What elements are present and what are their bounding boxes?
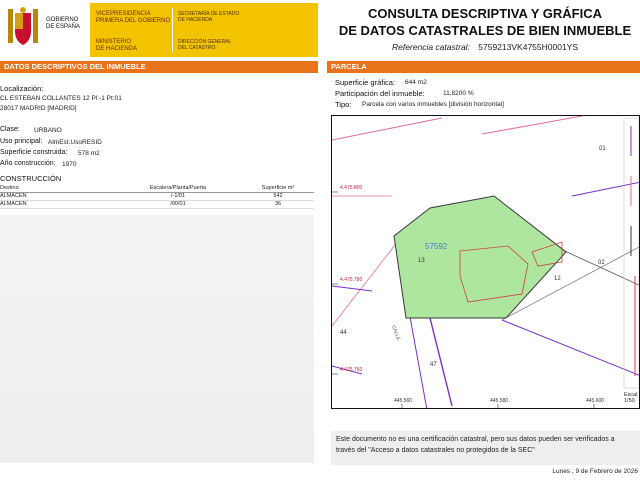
- map-label-02: 02: [598, 260, 605, 266]
- uso-label: Uso principal:: [0, 138, 43, 145]
- band-ministerio: MINISTERIO DE HACIENDA: [96, 39, 137, 53]
- construccion-title: CONSTRUCCIÓN: [0, 174, 62, 183]
- map-label-01: 01: [599, 146, 606, 152]
- band-vicepresidencia: VICEPRESIDENCIA PRIMERA DEL GOBIERNO: [96, 11, 170, 25]
- table-row: ALMACEN /00/01 36: [0, 201, 314, 209]
- left-empty-area: [0, 215, 314, 463]
- address-line-1: CL ESTEBAN COLLANTES 12 Pl:-1 Pt:01: [0, 95, 122, 102]
- cell-destino: ALMACEN: [0, 201, 27, 207]
- participacion-label: Participación del inmueble:: [335, 89, 425, 98]
- col-superficie: Superficie m²: [261, 185, 295, 191]
- map-label-47: 47: [430, 362, 437, 368]
- band-text: DE HACIENDA: [96, 46, 138, 52]
- section-bar-parcela: PARCELA: [327, 61, 640, 73]
- map-label-13: 13: [418, 258, 425, 264]
- boundary-line: [571, 181, 639, 197]
- cell-superficie: 542: [273, 193, 283, 199]
- block-line: [481, 116, 583, 135]
- map-canvas: 57592 13 12 02 01 44 47 CALLE 4.475.800 …: [332, 116, 639, 408]
- boundary-line: [501, 319, 639, 376]
- gobierno-logo: GOBIERNO DE ESPAÑA: [2, 3, 90, 55]
- ref-value: 5759213VK4755H0001YS: [478, 42, 579, 52]
- participacion-value: 11,8200 %: [443, 90, 474, 97]
- clase-label: Clase:: [0, 126, 20, 133]
- disclaimer-note: Este documento no es una certificación c…: [331, 431, 640, 465]
- coord-x-label: 445.560: [394, 398, 412, 404]
- coord-x-label: 445.600: [586, 398, 604, 404]
- uso-value: AlmEst.UsoRESID: [48, 139, 102, 146]
- coord-x-label: 445.580: [490, 398, 508, 404]
- page-title: CONSULTA DESCRIPTIVA Y GRÁFICA DE DATOS …: [330, 5, 640, 39]
- section-bar-inmueble: DATOS DESCRIPTIVOS DEL INMUEBLE: [0, 61, 318, 73]
- parcel-id-label: 57592: [425, 242, 448, 251]
- gob-line-2: DE ESPAÑA: [46, 24, 80, 30]
- gobierno-text: GOBIERNO DE ESPAÑA: [46, 17, 80, 31]
- map-label-44: 44: [340, 330, 347, 336]
- band-text: DE HACIENDA: [178, 17, 213, 23]
- superficie-construida-value: 578 m2: [78, 150, 100, 157]
- localizacion-label: Localización:: [0, 84, 44, 93]
- table-header: Destino Escalera/Planta/Puerta Superfici…: [0, 185, 314, 193]
- band-text: MINISTERIO: [96, 39, 132, 45]
- ministry-band: VICEPRESIDENCIA PRIMERA DEL GOBIERNO MIN…: [90, 3, 318, 57]
- referencia-catastral: Referencia catastral: 5759213VK4755H0001…: [330, 42, 640, 52]
- col-destino: Destino: [0, 185, 19, 191]
- col-escalera: Escalera/Planta/Puerta: [149, 185, 207, 191]
- cell-escalera: /00/01: [170, 201, 186, 207]
- table-row: ALMACEN /-1/01 542: [0, 193, 314, 201]
- block-line: [332, 117, 443, 141]
- boundary-line: [332, 285, 373, 292]
- tipo-value: Parcela con varios inmuebles [división h…: [362, 101, 504, 108]
- document-date: Lunes , 9 de Febrero de 2026: [552, 468, 638, 475]
- band-text: DEL CATASTRO: [178, 45, 216, 51]
- band-secretaria: SECRETARÍA DE ESTADO DE HACIENDA: [178, 11, 239, 23]
- coord-y-label: 4.475.800: [340, 185, 362, 191]
- superficie-construida-label: Superficie construida:: [0, 149, 68, 156]
- band-divider: [172, 8, 173, 52]
- cell-destino: ALMACEN: [0, 193, 27, 199]
- coat-of-arms-icon: [8, 7, 38, 45]
- cell-escalera: /-1/01: [170, 193, 186, 199]
- scale-value: 1/50: [624, 398, 635, 404]
- sup-grafica-value: 644 m2: [405, 79, 427, 86]
- street-label: CALLE: [390, 325, 401, 343]
- title-line-2: DE DATOS CATASTRALES DE BIEN INMUEBLE: [338, 23, 632, 38]
- map-label-12: 12: [554, 276, 561, 282]
- map-scale: Escal 1/50: [624, 392, 640, 410]
- sup-grafica-label: Superficie gráfica:: [335, 78, 396, 87]
- ref-label: Referencia catastral:: [391, 42, 470, 52]
- coord-y-label: 4.475.760: [340, 367, 362, 373]
- address-line-2: 28017 MADRID [MADRID]: [0, 105, 77, 112]
- gob-line-1: GOBIERNO: [46, 17, 79, 23]
- cadastral-map[interactable]: 57592 13 12 02 01 44 47 CALLE 4.475.800 …: [331, 115, 640, 409]
- band-direccion: DIRECCIÓN GENERAL DEL CATASTRO: [178, 39, 231, 51]
- band-text: VICEPRESIDENCIA: [96, 11, 151, 17]
- clase-value: URBANO: [34, 127, 62, 134]
- band-text: PRIMERA DEL GOBIERNO: [96, 18, 171, 24]
- tipo-label: Tipo:: [335, 100, 352, 109]
- title-line-1: CONSULTA DESCRIPTIVA Y GRÁFICA: [367, 6, 602, 21]
- anio-construccion-label: Año construcción:: [0, 160, 56, 167]
- cell-superficie: 36: [274, 201, 282, 207]
- construccion-table: Destino Escalera/Planta/Puerta Superfici…: [0, 185, 314, 209]
- anio-construccion-value: 1970: [62, 161, 77, 168]
- coord-y-label: 4.475.780: [340, 277, 362, 283]
